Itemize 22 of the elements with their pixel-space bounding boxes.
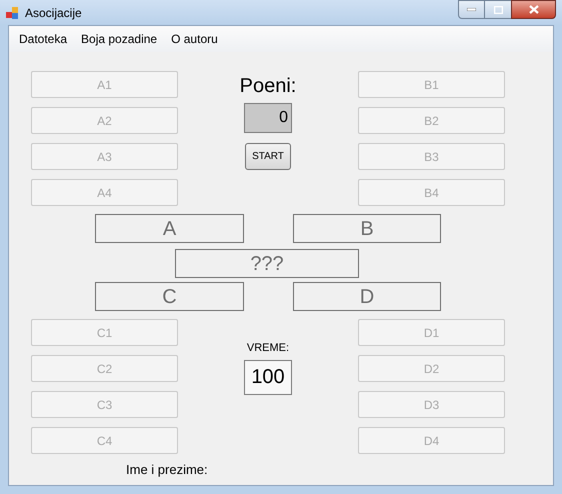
answer-field[interactable]: B [293, 214, 441, 243]
maximize-icon [494, 6, 502, 14]
menu-item[interactable]: Boja pozadine [74, 30, 164, 48]
answer-field[interactable]: C [95, 282, 244, 311]
score-field: 0 [244, 103, 292, 133]
timer-field: 100 [244, 360, 292, 394]
menu-item[interactable]: Datoteka [12, 30, 74, 48]
window-title: Asocijacije [25, 4, 82, 22]
close-button[interactable] [511, 0, 556, 19]
app-icon [6, 6, 20, 20]
start-button[interactable]: START [245, 143, 291, 170]
score-label: Poeni: [240, 74, 296, 98]
menu-item[interactable]: O autoru [164, 30, 225, 48]
minimize-button[interactable] [458, 0, 485, 19]
minimize-icon [467, 8, 476, 11]
timer-label: VREME: [246, 341, 290, 356]
answer-field[interactable]: A [95, 214, 244, 243]
name-label: Ime i prezime: [126, 461, 209, 479]
answer-field[interactable]: D [293, 282, 441, 311]
answer-field[interactable]: ??? [175, 249, 359, 278]
maximize-button[interactable] [485, 0, 511, 19]
close-icon [528, 5, 538, 14]
